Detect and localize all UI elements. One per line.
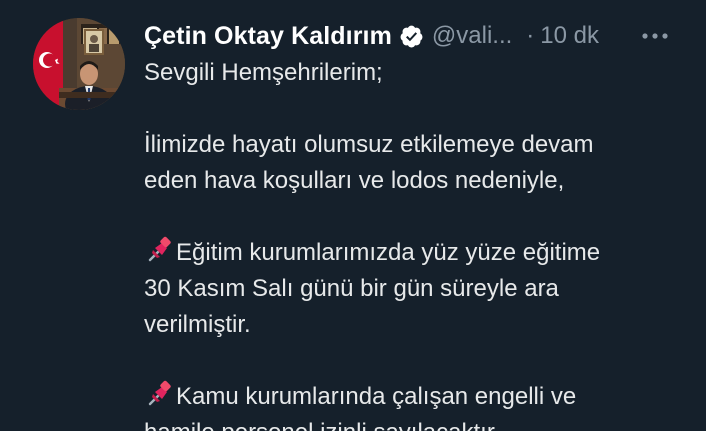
tweet-line: 30 Kasım Salı günü bir gün süreyle ara bbox=[144, 275, 559, 302]
tweet-line: verilmiştir. bbox=[144, 311, 251, 338]
avatar-photo bbox=[33, 18, 125, 110]
tweet-line: İlimizde hayatı olumsuz etkilemeye devam bbox=[144, 131, 594, 158]
tweet-line-with-pin: Eğitim kurumlarımızda yüz yüze eğitime bbox=[144, 235, 689, 271]
tweet-line-with-pin: Kamu kurumlarında çalışan engelli ve bbox=[144, 379, 689, 415]
separator-dot: · bbox=[526, 22, 535, 49]
tweet-line: Sevgili Hemşehrilerim; bbox=[144, 59, 383, 86]
tweet-line: Kamu kurumlarında çalışan engelli ve bbox=[176, 383, 577, 410]
tweet-line: Eğitim kurumlarımızda yüz yüze eğitime bbox=[176, 239, 601, 266]
verified-badge-icon bbox=[399, 24, 424, 49]
tweet-line: eden hava koşulları ve lodos nedeniyle, bbox=[144, 167, 565, 194]
more-horizontal-icon[interactable] bbox=[640, 29, 670, 41]
user-handle[interactable]: @vali... bbox=[432, 22, 512, 50]
tweet-header: Çetin Oktay Kaldırım @vali... · 10 dk bbox=[144, 18, 689, 54]
tweet-line: hamile personel izinli sayılacaktır... bbox=[144, 415, 689, 431]
timestamp[interactable]: 10 dk bbox=[540, 22, 599, 50]
display-name[interactable]: Çetin Oktay Kaldırım bbox=[144, 22, 392, 51]
pushpin-icon bbox=[144, 379, 174, 409]
tweet[interactable]: Çetin Oktay Kaldırım @vali... · 10 dk Se… bbox=[0, 0, 706, 431]
pushpin-icon bbox=[144, 235, 174, 265]
avatar[interactable] bbox=[33, 18, 125, 110]
tweet-text: Sevgili Hemşehrilerim; İlimizde hayatı o… bbox=[144, 55, 689, 431]
